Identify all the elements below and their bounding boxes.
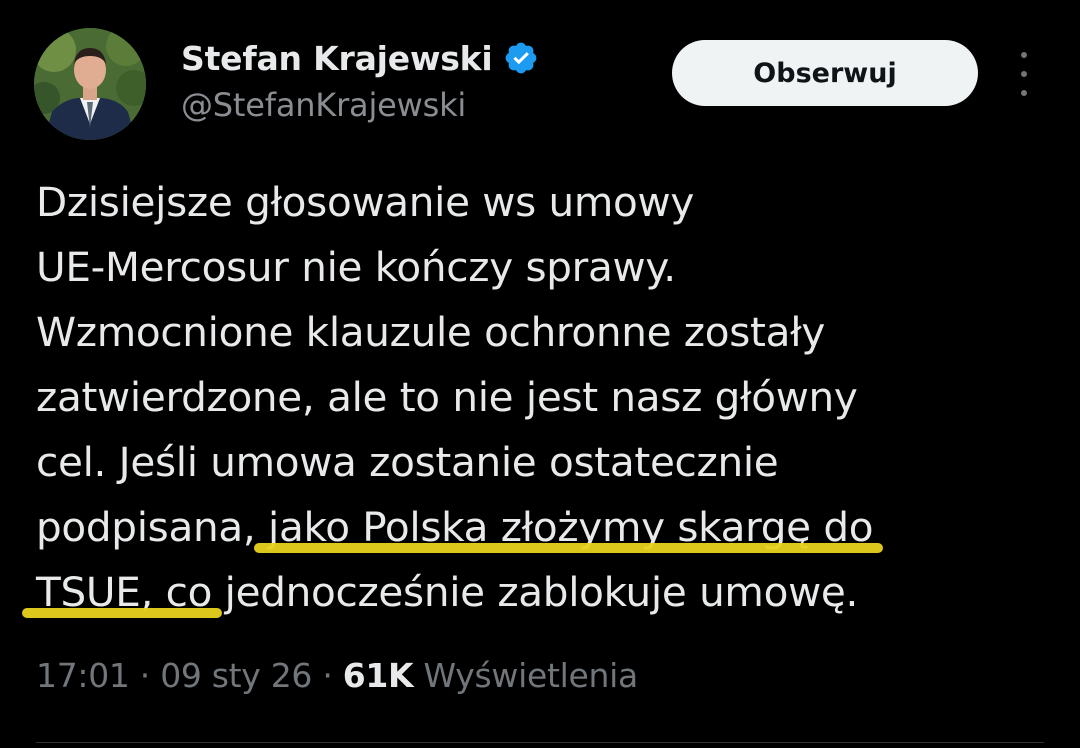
- more-vertical-icon[interactable]: [1012, 52, 1036, 96]
- avatar[interactable]: [34, 28, 146, 140]
- tweet-line: zatwierdzone, ale to nie jest nasz główn…: [36, 373, 858, 421]
- tweet-card: Stefan Krajewski @StefanKrajewski Obserw…: [0, 0, 1080, 748]
- more-dot: [1021, 52, 1027, 58]
- follow-button[interactable]: Obserwuj: [672, 40, 978, 106]
- display-name-row: Stefan Krajewski: [181, 36, 539, 80]
- highlighted-text: TSUE, co: [36, 568, 213, 616]
- display-name[interactable]: Stefan Krajewski: [181, 39, 493, 78]
- handle[interactable]: @StefanKrajewski: [181, 86, 539, 124]
- views-count: 61K: [342, 656, 414, 695]
- verified-badge-icon[interactable]: [503, 40, 539, 76]
- tweet-text: Dzisiejsze głosowanie ws umowy UE-Mercos…: [36, 170, 1046, 625]
- tweet-meta: 17:01 · 09 sty 26 · 61K Wyświetlenia: [36, 656, 638, 695]
- tweet-text-segment: podpisana,: [36, 503, 269, 551]
- tweet-text-segment: jednocześnie zablokuje umowę.: [212, 568, 859, 616]
- more-dot: [1021, 71, 1027, 77]
- views-label: Wyświetlenia: [423, 656, 639, 695]
- tweet-line: cel. Jeśli umowa zostanie ostatecznie: [36, 438, 779, 486]
- meta-separator: ·: [129, 656, 161, 695]
- tweet-line: Dzisiejsze głosowanie ws umowy: [36, 178, 694, 226]
- meta-separator: ·: [312, 656, 343, 695]
- tweet-date[interactable]: 09 sty 26: [160, 656, 312, 695]
- tweet-time[interactable]: 17:01: [36, 656, 130, 695]
- tweet-line: TSUE, co jednocześnie zablokuje umowę.: [36, 560, 1046, 625]
- tweet-line: podpisana, jako Polska złożymy skargę do: [36, 495, 1046, 560]
- more-dot: [1021, 90, 1027, 96]
- author-info: Stefan Krajewski @StefanKrajewski: [181, 36, 539, 124]
- highlighted-text: jako Polska złożymy skargę do: [268, 503, 874, 551]
- tweet-line: UE-Mercosur nie kończy sprawy.: [36, 243, 676, 291]
- divider: [36, 742, 1044, 743]
- tweet-line: Wzmocnione klauzule ochronne zostały: [36, 308, 826, 356]
- avatar-image: [34, 28, 146, 140]
